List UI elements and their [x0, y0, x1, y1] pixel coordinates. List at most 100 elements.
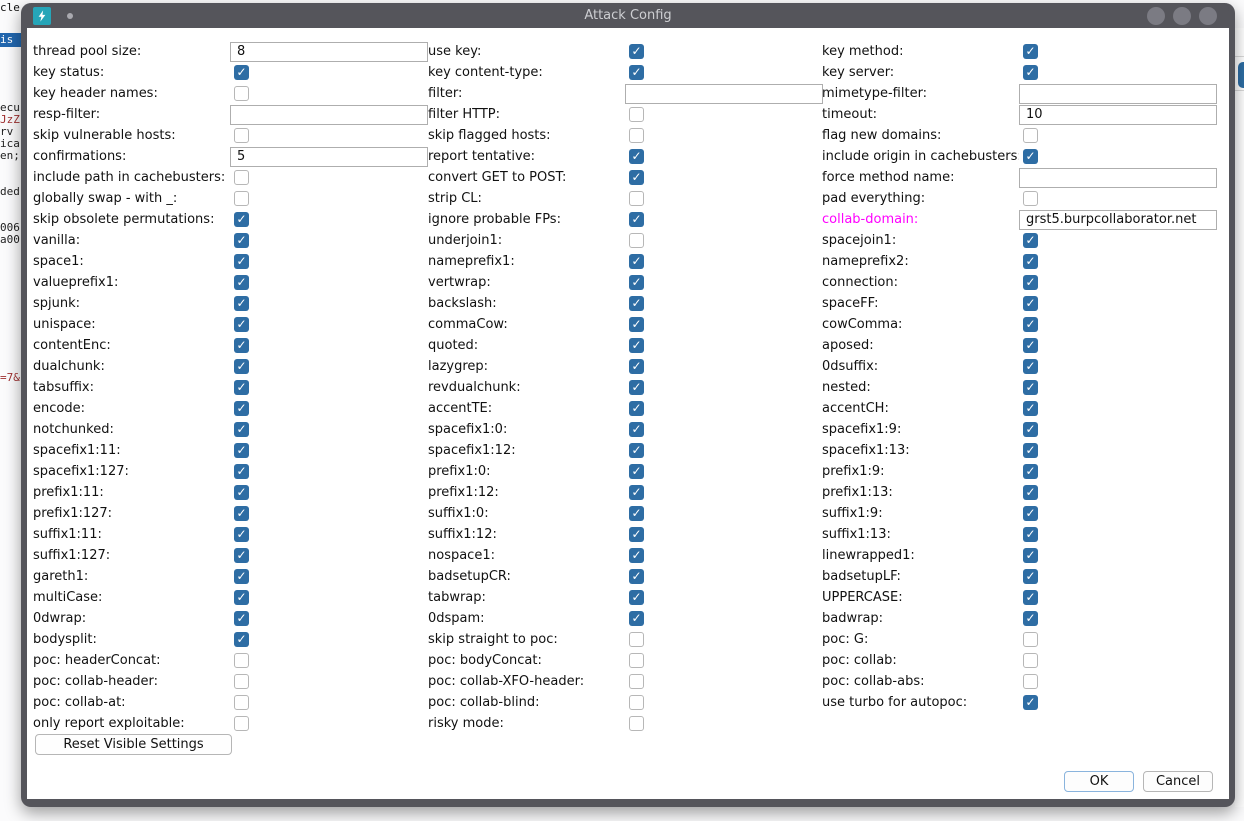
- setting-checkbox[interactable]: ✓: [1023, 338, 1038, 353]
- setting-checkbox[interactable]: ✓: [629, 590, 644, 605]
- setting-checkbox[interactable]: ✓: [1023, 401, 1038, 416]
- setting-checkbox[interactable]: [234, 716, 249, 731]
- setting-checkbox[interactable]: ✓: [629, 317, 644, 332]
- setting-checkbox[interactable]: ✓: [1023, 506, 1038, 521]
- setting-checkbox[interactable]: ✓: [629, 506, 644, 521]
- setting-input[interactable]: [230, 147, 428, 167]
- setting-checkbox[interactable]: [629, 128, 644, 143]
- setting-input[interactable]: [230, 42, 428, 62]
- setting-checkbox[interactable]: ✓: [1023, 380, 1038, 395]
- setting-checkbox[interactable]: ✓: [629, 359, 644, 374]
- setting-input[interactable]: [625, 84, 823, 104]
- setting-checkbox[interactable]: [629, 716, 644, 731]
- setting-checkbox[interactable]: [629, 674, 644, 689]
- setting-checkbox[interactable]: ✓: [629, 338, 644, 353]
- setting-checkbox[interactable]: ✓: [234, 401, 249, 416]
- setting-checkbox[interactable]: ✓: [234, 380, 249, 395]
- setting-checkbox[interactable]: [234, 86, 249, 101]
- setting-checkbox[interactable]: ✓: [629, 611, 644, 626]
- setting-checkbox[interactable]: ✓: [629, 212, 644, 227]
- setting-checkbox[interactable]: ✓: [234, 611, 249, 626]
- ok-button[interactable]: OK: [1064, 771, 1134, 792]
- setting-checkbox[interactable]: [234, 170, 249, 185]
- setting-checkbox[interactable]: ✓: [1023, 317, 1038, 332]
- setting-checkbox[interactable]: [1023, 128, 1038, 143]
- setting-checkbox[interactable]: [234, 191, 249, 206]
- setting-checkbox[interactable]: ✓: [1023, 611, 1038, 626]
- setting-checkbox[interactable]: [234, 674, 249, 689]
- setting-checkbox[interactable]: [629, 191, 644, 206]
- setting-checkbox[interactable]: ✓: [1023, 569, 1038, 584]
- setting-input[interactable]: [1019, 105, 1217, 125]
- setting-checkbox[interactable]: ✓: [629, 569, 644, 584]
- setting-checkbox[interactable]: ✓: [1023, 422, 1038, 437]
- setting-checkbox[interactable]: ✓: [629, 464, 644, 479]
- setting-checkbox[interactable]: ✓: [234, 338, 249, 353]
- setting-checkbox[interactable]: ✓: [629, 296, 644, 311]
- setting-checkbox[interactable]: ✓: [234, 548, 249, 563]
- setting-input[interactable]: [1019, 168, 1217, 188]
- setting-checkbox[interactable]: ✓: [1023, 359, 1038, 374]
- setting-checkbox[interactable]: ✓: [1023, 527, 1038, 542]
- setting-checkbox[interactable]: ✓: [629, 44, 644, 59]
- setting-checkbox[interactable]: ✓: [1023, 464, 1038, 479]
- setting-checkbox[interactable]: ✓: [1023, 590, 1038, 605]
- setting-checkbox[interactable]: [1023, 191, 1038, 206]
- setting-checkbox[interactable]: ✓: [1023, 44, 1038, 59]
- setting-checkbox[interactable]: ✓: [629, 65, 644, 80]
- setting-checkbox[interactable]: ✓: [234, 65, 249, 80]
- setting-checkbox[interactable]: ✓: [234, 275, 249, 290]
- setting-checkbox[interactable]: [629, 233, 644, 248]
- setting-checkbox[interactable]: [629, 107, 644, 122]
- setting-checkbox[interactable]: ✓: [234, 212, 249, 227]
- reset-visible-settings-button[interactable]: Reset Visible Settings: [35, 734, 232, 755]
- setting-checkbox[interactable]: [234, 695, 249, 710]
- setting-input[interactable]: [230, 105, 428, 125]
- setting-checkbox[interactable]: ✓: [629, 422, 644, 437]
- setting-checkbox[interactable]: ✓: [234, 443, 249, 458]
- setting-checkbox[interactable]: ✓: [234, 317, 249, 332]
- setting-input[interactable]: [1019, 84, 1217, 104]
- setting-checkbox[interactable]: [1023, 632, 1038, 647]
- titlebar[interactable]: Attack Config: [27, 3, 1229, 28]
- setting-checkbox[interactable]: ✓: [1023, 296, 1038, 311]
- setting-checkbox[interactable]: ✓: [629, 485, 644, 500]
- setting-checkbox[interactable]: [1023, 653, 1038, 668]
- close-button[interactable]: [1199, 7, 1217, 25]
- setting-checkbox[interactable]: ✓: [1023, 254, 1038, 269]
- setting-checkbox[interactable]: ✓: [629, 380, 644, 395]
- setting-checkbox[interactable]: ✓: [629, 548, 644, 563]
- setting-checkbox[interactable]: ✓: [234, 632, 249, 647]
- setting-checkbox[interactable]: ✓: [1023, 233, 1038, 248]
- setting-checkbox[interactable]: ✓: [234, 485, 249, 500]
- setting-checkbox[interactable]: [1023, 674, 1038, 689]
- setting-checkbox[interactable]: ✓: [629, 275, 644, 290]
- setting-checkbox[interactable]: ✓: [234, 233, 249, 248]
- setting-checkbox[interactable]: [234, 128, 249, 143]
- setting-checkbox[interactable]: ✓: [1023, 443, 1038, 458]
- setting-checkbox[interactable]: ✓: [629, 254, 644, 269]
- setting-checkbox[interactable]: [629, 632, 644, 647]
- setting-input[interactable]: [1019, 210, 1217, 230]
- setting-checkbox[interactable]: ✓: [629, 170, 644, 185]
- setting-checkbox[interactable]: ✓: [234, 254, 249, 269]
- setting-checkbox[interactable]: [629, 653, 644, 668]
- cancel-button[interactable]: Cancel: [1143, 771, 1213, 792]
- maximize-button[interactable]: [1173, 7, 1191, 25]
- setting-checkbox[interactable]: ✓: [629, 401, 644, 416]
- setting-checkbox[interactable]: ✓: [629, 443, 644, 458]
- setting-checkbox[interactable]: ✓: [629, 527, 644, 542]
- setting-checkbox[interactable]: ✓: [1023, 548, 1038, 563]
- setting-checkbox[interactable]: ✓: [234, 422, 249, 437]
- setting-checkbox[interactable]: ✓: [1023, 485, 1038, 500]
- setting-checkbox[interactable]: ✓: [234, 506, 249, 521]
- setting-checkbox[interactable]: [234, 653, 249, 668]
- setting-checkbox[interactable]: ✓: [234, 464, 249, 479]
- setting-checkbox[interactable]: ✓: [629, 149, 644, 164]
- setting-checkbox[interactable]: ✓: [1023, 275, 1038, 290]
- setting-checkbox[interactable]: ✓: [234, 296, 249, 311]
- setting-checkbox[interactable]: ✓: [1023, 149, 1038, 164]
- setting-checkbox[interactable]: ✓: [1023, 65, 1038, 80]
- minimize-button[interactable]: [1147, 7, 1165, 25]
- setting-checkbox[interactable]: ✓: [234, 569, 249, 584]
